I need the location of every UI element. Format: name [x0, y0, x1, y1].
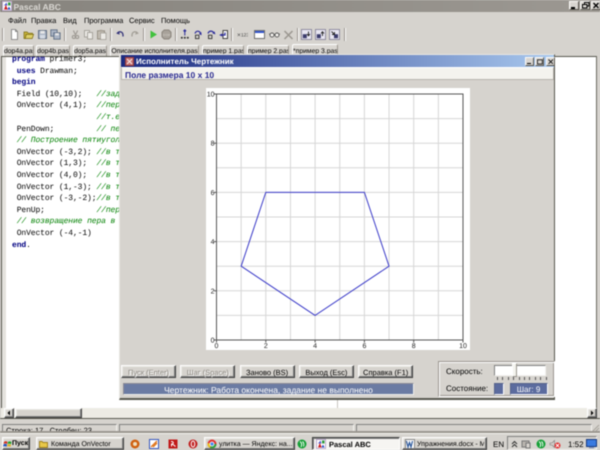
svg-text:123: 123	[241, 33, 248, 39]
svg-text:4: 4	[210, 239, 214, 246]
svg-text:10: 10	[459, 343, 467, 350]
svg-text:10: 10	[206, 92, 214, 99]
svg-text:0: 0	[214, 343, 218, 350]
svg-text:8: 8	[210, 141, 214, 148]
svg-text:0: 0	[210, 338, 214, 345]
svg-text:2: 2	[210, 288, 214, 295]
svg-text:2: 2	[263, 343, 267, 350]
svg-text:4: 4	[313, 343, 317, 350]
svg-text:STOP: STOP	[163, 33, 171, 37]
svg-text:6: 6	[210, 190, 214, 197]
svg-text:6: 6	[362, 343, 366, 350]
svg-text:8: 8	[411, 343, 415, 350]
